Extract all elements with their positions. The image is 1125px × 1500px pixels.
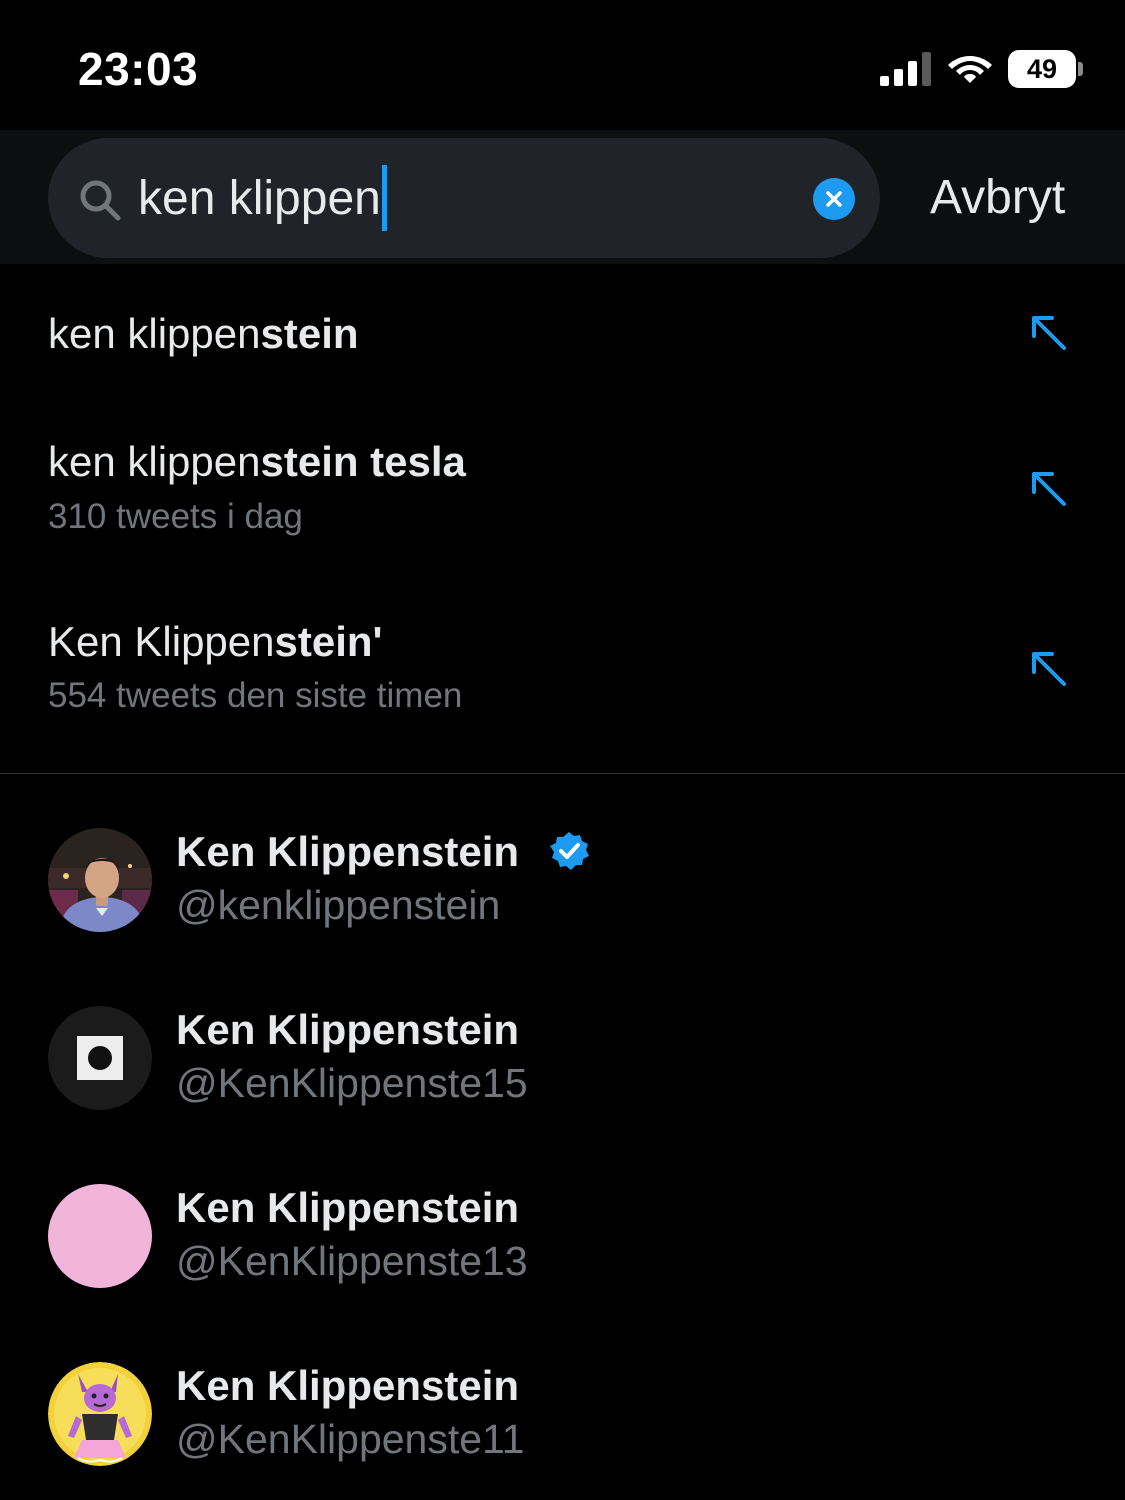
status-time: 23:03	[78, 43, 199, 95]
user-display-name: Ken Klippenstein	[176, 1184, 520, 1231]
close-icon	[826, 191, 842, 207]
search-suggestion[interactable]: ken klippenstein tesla 310 tweets i dag	[0, 400, 1125, 580]
search-icon	[80, 180, 121, 221]
user-handle: @KenKlippenste13	[176, 1238, 528, 1284]
avatar-photo	[48, 828, 152, 932]
cellular-signal-icon	[880, 52, 931, 86]
suggestion-completion: stein'	[274, 618, 383, 665]
fill-query-arrow-icon[interactable]	[1028, 648, 1068, 688]
user-display-name: Ken Klippenstein	[176, 1362, 520, 1409]
avatar[interactable]	[48, 828, 152, 932]
battery-indicator: 49	[1008, 50, 1076, 88]
suggestion-text: Ken Klippenstein'	[48, 618, 383, 666]
battery-tip	[1078, 62, 1083, 76]
suggestion-typed: ken klippen	[48, 310, 261, 357]
suggestion-text: ken klippenstein	[48, 310, 359, 358]
search-input[interactable]: ken klippen	[138, 160, 798, 236]
search-header: ken klippen Avbryt	[0, 130, 1125, 264]
user-result[interactable]: Ken Klippenstein @KenKlippenste11	[0, 1362, 1125, 1482]
user-handle: @kenklippenstein	[176, 882, 501, 928]
fill-query-arrow-icon[interactable]	[1028, 312, 1068, 352]
suggestion-typed: Ken Klippen	[48, 618, 275, 665]
suggestion-text: ken klippenstein tesla	[48, 438, 466, 486]
fill-query-arrow-icon[interactable]	[1028, 468, 1068, 508]
search-suggestion[interactable]: Ken Klippenstein' 554 tweets den siste t…	[0, 580, 1125, 770]
avatar[interactable]	[48, 1362, 152, 1466]
user-handle: @KenKlippenste15	[176, 1060, 528, 1106]
search-box[interactable]: ken klippen	[48, 138, 880, 258]
user-handle: @KenKlippenste11	[176, 1416, 525, 1462]
text-caret	[381, 165, 387, 231]
cancel-button[interactable]: Avbryt	[930, 170, 1065, 225]
search-query: ken klippen	[138, 171, 381, 225]
suggestion-subtitle: 310 tweets i dag	[48, 497, 303, 536]
user-display-name: Ken Klippenstein	[176, 828, 520, 875]
suggestion-completion: stein	[260, 310, 359, 357]
suggestion-completion: stein tesla	[260, 438, 466, 485]
suggestion-typed: ken klippen	[48, 438, 261, 485]
battery-level: 49	[1026, 53, 1058, 84]
verified-badge-icon	[550, 832, 589, 870]
avatar[interactable]	[48, 1006, 152, 1110]
avatar[interactable]	[48, 1184, 152, 1288]
suggestion-subtitle: 554 tweets den siste timen	[48, 676, 463, 715]
clear-search-button[interactable]	[813, 178, 855, 220]
wifi-icon	[948, 56, 992, 83]
user-result[interactable]: Ken Klippenstein @KenKlippenste13	[0, 1184, 1125, 1304]
square-logo-icon	[77, 1036, 123, 1080]
section-divider	[0, 773, 1125, 774]
user-display-name: Ken Klippenstein	[176, 1006, 520, 1053]
cartoon-avatar	[48, 1362, 152, 1466]
user-result[interactable]: Ken Klippenstein @KenKlippenste15	[0, 1006, 1125, 1126]
search-suggestion[interactable]: ken klippenstein	[0, 264, 1125, 400]
status-bar: 23:03 49	[0, 0, 1125, 130]
user-result[interactable]: Ken Klippenstein @kenklippenstein	[0, 828, 1125, 948]
